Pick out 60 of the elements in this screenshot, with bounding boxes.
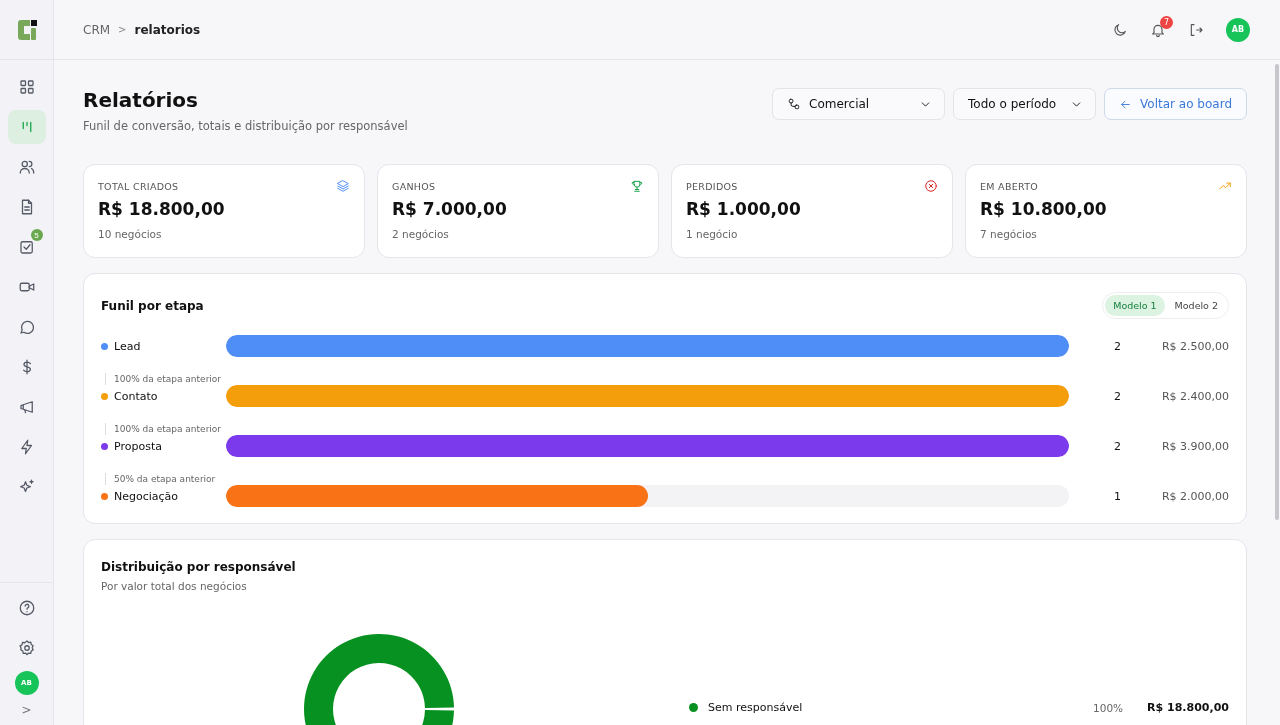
stat-count: 1 negócio xyxy=(686,228,739,240)
pipeline-icon xyxy=(787,97,802,111)
logo-icon xyxy=(15,18,38,41)
legend-share: 100% xyxy=(1093,701,1124,714)
stage-name: Contato xyxy=(114,389,158,403)
stat-label: EM ABERTO xyxy=(980,180,1039,192)
layers-icon xyxy=(336,179,350,193)
user-avatar[interactable]: AB xyxy=(1226,17,1250,42)
period-dropdown[interactable]: Todo o período xyxy=(953,88,1097,120)
megaphone-icon xyxy=(17,398,36,416)
stage-count: 2 xyxy=(1113,389,1122,403)
page-title: Relatórios xyxy=(83,88,199,112)
model-tab[interactable]: Modelo 2 xyxy=(1166,295,1226,316)
users-icon xyxy=(17,158,36,176)
pipeline-dropdown[interactable]: Comercial xyxy=(772,88,946,120)
settings-icon xyxy=(17,639,36,657)
legend-value: R$ 18.800,00 xyxy=(1147,701,1229,714)
trending-up-icon xyxy=(1218,179,1232,193)
stat-count: 10 negócios xyxy=(98,228,163,240)
card-title: Funil por etapa xyxy=(101,298,204,313)
count-badge: 5 xyxy=(30,229,43,241)
breadcrumb-separator: > xyxy=(118,24,127,35)
legend-label: Sem responsável xyxy=(708,701,803,714)
chat-icon xyxy=(17,318,36,336)
logout-icon xyxy=(1188,21,1204,38)
stat-value: R$ 7.000,00 xyxy=(392,199,508,219)
stat-label: GANHOS xyxy=(392,180,436,192)
stage-count: 2 xyxy=(1113,339,1122,353)
card-title: Distribuição por responsável xyxy=(101,560,297,574)
trophy-icon xyxy=(630,179,644,193)
expand-button[interactable]: > xyxy=(15,701,38,719)
stat-count: 2 negócios xyxy=(392,228,450,240)
breadcrumb-link[interactable]: CRM xyxy=(83,22,111,37)
stage-name: Lead xyxy=(114,339,141,353)
stage-count: 1 xyxy=(1113,489,1122,503)
stage-value: R$ 2.000,00 xyxy=(1160,489,1229,503)
card-subtitle: Por valor total dos negócios xyxy=(101,580,248,592)
moon-icon xyxy=(1112,21,1128,38)
stat-label: TOTAL CRIADOS xyxy=(98,180,179,192)
stage-value: R$ 2.500,00 xyxy=(1160,339,1229,353)
stage-value: R$ 2.400,00 xyxy=(1160,389,1229,403)
checkbox-icon xyxy=(17,238,36,256)
stat-value: R$ 18.800,00 xyxy=(98,199,226,219)
stage-value: R$ 3.900,00 xyxy=(1160,439,1229,453)
notification-badge: 7 xyxy=(1160,15,1173,29)
model-tab[interactable]: Modelo 1 xyxy=(1105,295,1165,316)
cross-circle-icon xyxy=(924,179,938,193)
back-button[interactable]: Voltar ao board xyxy=(1104,88,1247,120)
stage-name: Proposta xyxy=(114,439,162,453)
stat-label: PERDIDOS xyxy=(686,180,738,192)
stat-value: R$ 1.000,00 xyxy=(686,199,802,219)
stat-count: 7 negócios xyxy=(980,228,1038,240)
help-icon xyxy=(17,599,36,617)
stage-name: Negociação xyxy=(114,489,179,503)
stage-count: 2 xyxy=(1113,439,1122,453)
nav-item[interactable]: 5 xyxy=(7,230,46,264)
grid-icon xyxy=(17,78,36,96)
stat-value: R$ 10.800,00 xyxy=(980,199,1108,219)
breadcrumb-current: relatorios xyxy=(134,22,201,37)
page-subtitle: Funil de conversão, totais e distribuição por responsável xyxy=(83,119,409,133)
